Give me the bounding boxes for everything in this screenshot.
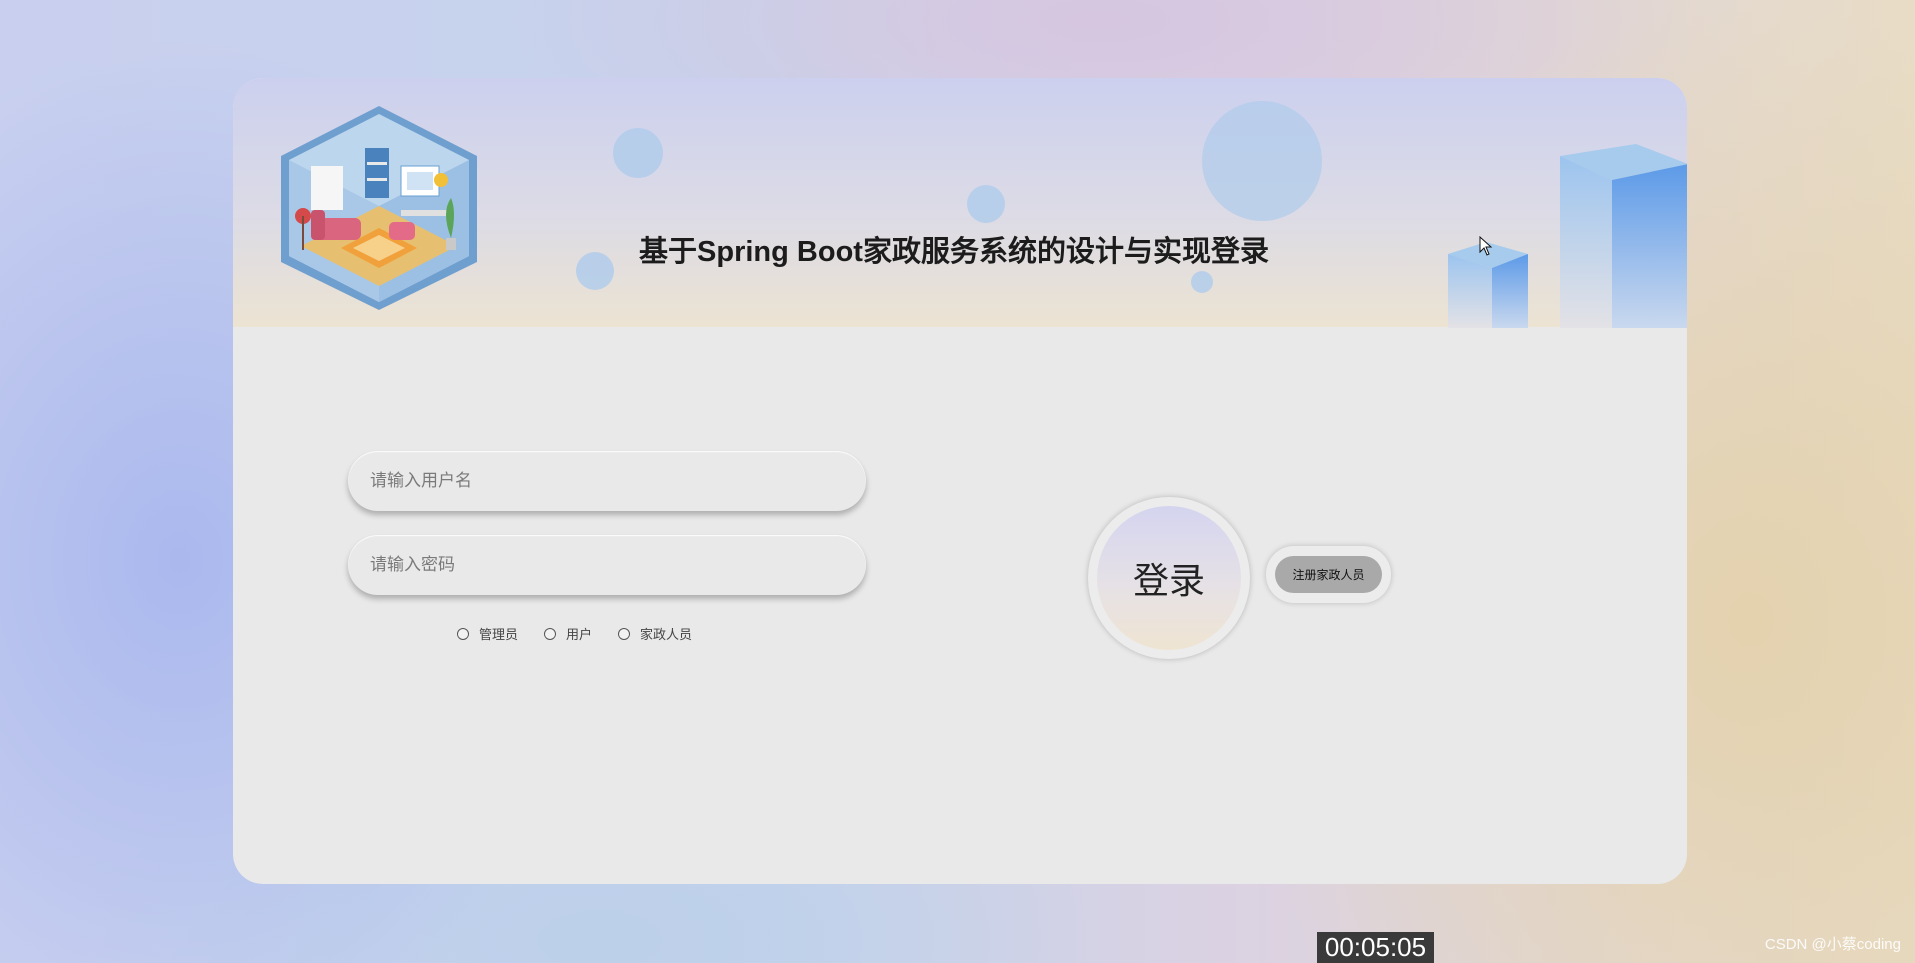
role-selector: 管理员 用户 家政人员 [457,624,718,643]
bubble-decoration [613,128,663,178]
password-input[interactable] [348,535,866,595]
login-card: 基于Spring Boot家政服务系统的设计与实现登录 请输入用户名 管理员 用… [233,78,1687,884]
login-button[interactable]: 登录 [1097,506,1241,650]
radio-icon[interactable] [457,627,469,640]
cubes-decoration [1448,144,1687,328]
watermark: CSDN @小蔡coding [1764,936,1901,953]
role-option-user[interactable]: 用户 [544,624,592,643]
bubble-decoration [1191,271,1213,293]
role-label: 家政人员 [640,628,693,643]
login-button-ring: 登录 [1088,497,1250,659]
role-label: 管理员 [479,628,519,643]
bubble-decoration [967,185,1005,223]
role-option-admin[interactable]: 管理员 [457,624,518,643]
radio-icon[interactable] [618,627,631,640]
recording-timer: 00:05:05 [1317,932,1434,963]
room-illustration [281,106,477,310]
register-housekeeper-button[interactable]: 注册家政人员 [1275,556,1382,593]
mouse-cursor-icon [1479,236,1493,256]
bubble-decoration [1202,101,1322,221]
header-banner: 基于Spring Boot家政服务系统的设计与实现登录 [233,78,1687,328]
register-button-ring: 注册家政人员 [1266,546,1391,603]
role-label: 用户 [566,628,593,643]
radio-icon[interactable] [544,627,557,640]
role-option-housekeeper[interactable]: 家政人员 [618,624,692,643]
username-input[interactable] [348,451,866,511]
